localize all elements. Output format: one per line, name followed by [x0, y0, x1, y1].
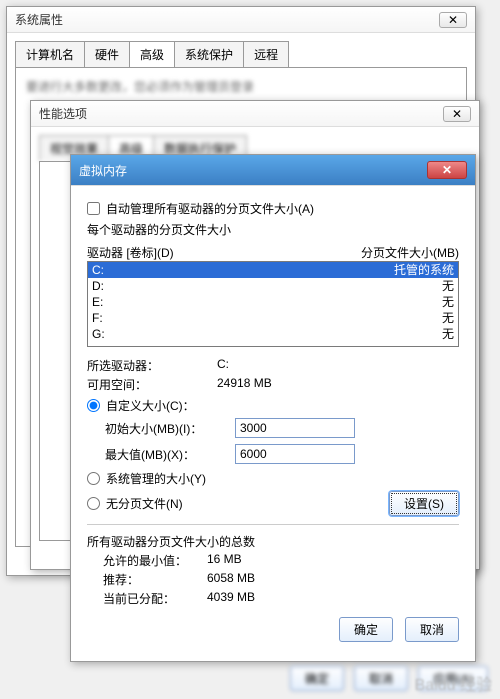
totals-block: 允许的最小值： 16 MB 推荐： 6058 MB 当前已分配： 4039 MB: [87, 552, 459, 607]
no-paging-row: 无分页文件(N) 设置(S): [87, 491, 459, 516]
drive-pagefile: 无: [304, 326, 454, 342]
drive-letter: F:: [92, 310, 304, 326]
drive-row[interactable]: D: 无: [88, 278, 458, 294]
close-icon[interactable]: ✕: [443, 106, 471, 122]
auto-manage-checkbox[interactable]: [87, 202, 100, 215]
close-icon[interactable]: ✕: [439, 12, 467, 28]
system-managed-row: 系统管理的大小(Y): [87, 470, 459, 487]
virtual-memory-title: 虚拟内存: [79, 162, 127, 179]
initial-size-label: 初始大小(MB)(I)：: [105, 420, 235, 437]
available-space-label: 可用空间：: [87, 376, 217, 393]
system-managed-label: 系统管理的大小(Y): [106, 470, 206, 487]
recommended-value: 6058 MB: [207, 571, 297, 588]
drive-pagefile: 无: [304, 294, 454, 310]
available-space-value: 24918 MB: [217, 376, 272, 393]
auto-manage-label: 自动管理所有驱动器的分页文件大小(A): [106, 200, 314, 217]
col-pagefile-label: 分页文件大小(MB): [299, 244, 459, 261]
separator: [87, 524, 459, 525]
drive-letter: D:: [92, 278, 304, 294]
system-properties-titlebar: 系统属性 ✕: [7, 7, 475, 33]
no-paging-label: 无分页文件(N): [106, 495, 183, 512]
virtual-memory-dialog: 虚拟内存 ✕ 自动管理所有驱动器的分页文件大小(A) 每个驱动器的分页文件大小 …: [70, 154, 476, 662]
watermark: Baidu 经验: [415, 671, 492, 695]
initial-size-input[interactable]: [235, 418, 355, 438]
drive-row[interactable]: C: 托管的系统: [88, 262, 458, 278]
drive-letter: E:: [92, 294, 304, 310]
drive-pagefile: 无: [304, 310, 454, 326]
performance-options-title: 性能选项: [39, 105, 87, 122]
system-managed-radio[interactable]: [87, 472, 100, 485]
set-button[interactable]: 设置(S): [389, 491, 459, 516]
recommended-label: 推荐：: [87, 571, 207, 588]
drive-row[interactable]: F: 无: [88, 310, 458, 326]
admin-note: 要进行大多数更改，您必须作为管理员登录: [26, 78, 456, 95]
totals-header: 所有驱动器分页文件大小的总数: [87, 533, 459, 550]
drive-pagefile: 无: [304, 278, 454, 294]
ok-button[interactable]: 确定: [290, 666, 344, 691]
virtual-memory-titlebar: 虚拟内存 ✕: [71, 155, 475, 186]
drive-list[interactable]: C: 托管的系统 D: 无 E: 无 F: 无 G: 无: [87, 261, 459, 347]
tab-hardware[interactable]: 硬件: [84, 41, 130, 67]
virtual-memory-footer: 确定 取消: [87, 617, 459, 642]
current-allocated-row: 当前已分配： 4039 MB: [87, 590, 459, 607]
available-space-row: 可用空间： 24918 MB: [87, 376, 459, 393]
drive-letter: G:: [92, 326, 304, 342]
col-drive-label: 驱动器 [卷标](D): [87, 244, 299, 261]
custom-size-radio[interactable]: [87, 399, 100, 412]
cancel-button[interactable]: 取消: [354, 666, 408, 691]
current-allocated-label: 当前已分配：: [87, 590, 207, 607]
min-allowed-row: 允许的最小值： 16 MB: [87, 552, 459, 569]
drive-row[interactable]: E: 无: [88, 294, 458, 310]
tab-remote[interactable]: 远程: [243, 41, 289, 67]
min-allowed-label: 允许的最小值：: [87, 552, 207, 569]
tab-system-protection[interactable]: 系统保护: [174, 41, 244, 67]
custom-size-label: 自定义大小(C)：: [106, 397, 195, 414]
auto-manage-row: 自动管理所有驱动器的分页文件大小(A): [87, 200, 459, 217]
drive-pagefile: 托管的系统: [304, 262, 454, 278]
min-allowed-value: 16 MB: [207, 552, 297, 569]
ok-button[interactable]: 确定: [339, 617, 393, 642]
tab-computer-name[interactable]: 计算机名: [15, 41, 85, 67]
performance-options-titlebar: 性能选项 ✕: [31, 101, 479, 127]
virtual-memory-body: 自动管理所有驱动器的分页文件大小(A) 每个驱动器的分页文件大小 驱动器 [卷标…: [71, 186, 475, 654]
selected-drive-row: 所选驱动器： C:: [87, 357, 459, 374]
max-size-row: 最大值(MB)(X)：: [87, 444, 459, 464]
drive-letter: C:: [92, 262, 304, 278]
drive-list-header: 驱动器 [卷标](D) 分页文件大小(MB): [87, 244, 459, 261]
initial-size-row: 初始大小(MB)(I)：: [87, 418, 459, 438]
tab-advanced[interactable]: 高级: [129, 41, 175, 67]
selected-drive-label: 所选驱动器：: [87, 357, 217, 374]
each-drive-label: 每个驱动器的分页文件大小: [87, 221, 459, 238]
no-paging-radio[interactable]: [87, 497, 100, 510]
selected-drive-value: C:: [217, 357, 229, 374]
recommended-row: 推荐： 6058 MB: [87, 571, 459, 588]
cancel-button[interactable]: 取消: [405, 617, 459, 642]
current-allocated-value: 4039 MB: [207, 590, 297, 607]
system-properties-tabs: 计算机名 硬件 高级 系统保护 远程: [15, 41, 467, 67]
max-size-input[interactable]: [235, 444, 355, 464]
custom-size-row: 自定义大小(C)：: [87, 397, 459, 414]
max-size-label: 最大值(MB)(X)：: [105, 446, 235, 463]
drive-row[interactable]: G: 无: [88, 326, 458, 342]
system-properties-title: 系统属性: [15, 11, 63, 28]
close-icon[interactable]: ✕: [427, 161, 467, 179]
